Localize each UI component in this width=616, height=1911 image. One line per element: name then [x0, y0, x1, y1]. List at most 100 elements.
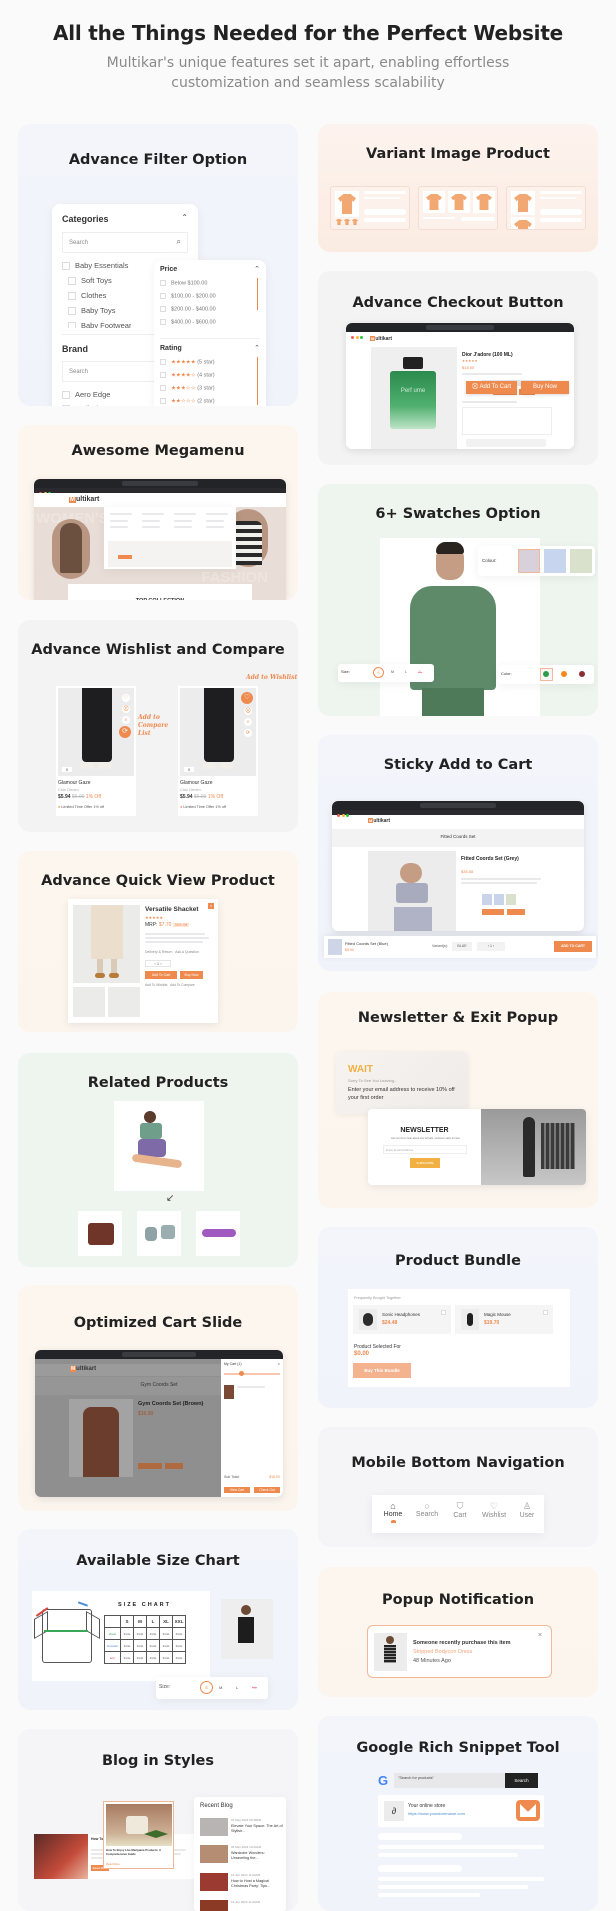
main-product-image[interactable]	[114, 1101, 204, 1191]
feature-title: Advance Checkout Button	[352, 295, 564, 311]
feature-title: Sticky Add to Cart	[383, 757, 533, 773]
feature-card-megamenu: Awesome Megamenu Multikart WOMEN'S FASHI…	[18, 425, 298, 600]
category-item[interactable]: Baby Essentials	[62, 261, 128, 271]
product-name: Gym Coords Set (Brown)	[138, 1401, 204, 1407]
colour-swatch[interactable]	[570, 549, 592, 573]
buy-bundle-button[interactable]: Buy This Bundle	[353, 1363, 411, 1378]
category-item[interactable]: Soft Toys	[68, 276, 112, 286]
nav-search[interactable]: ○ Search	[412, 1501, 442, 1518]
related-item[interactable]	[196, 1211, 240, 1256]
variant-select[interactable]: BLUE	[452, 942, 472, 951]
check-out-button[interactable]: Check Out	[254, 1487, 280, 1493]
size-option[interactable]: L	[405, 670, 407, 674]
email-input[interactable]: Enter Email Address	[383, 1145, 467, 1154]
color-swatch-maroon[interactable]	[579, 671, 585, 677]
chevron-up-icon[interactable]: ⌃	[181, 213, 188, 222]
related-item[interactable]	[137, 1211, 181, 1256]
nav-user[interactable]: ♙ User	[513, 1501, 541, 1519]
rating-item[interactable]: ★★☆☆☆ (2 star)	[160, 398, 215, 404]
variant-layout-1[interactable]	[330, 186, 410, 230]
read-more-link[interactable]: Read More	[106, 1862, 120, 1866]
blog-card[interactable]: How To Enjoy Live Marijuana Products: A …	[103, 1801, 174, 1869]
buy-now-button[interactable]: Buy Now	[521, 381, 569, 394]
compare-icon[interactable]: ⟳	[119, 726, 131, 738]
quantity-stepper[interactable]: ‹ 1 ›	[477, 942, 505, 951]
rating-item[interactable]: ★★★★☆ (4 star)	[160, 372, 215, 378]
store-logo-icon	[516, 1800, 540, 1821]
view-cart-button[interactable]: View Cart	[224, 1487, 250, 1493]
thumbnail[interactable]	[73, 987, 105, 1017]
variant-layout-3[interactable]	[506, 186, 586, 230]
thumbnail[interactable]	[108, 987, 140, 1017]
related-item[interactable]	[78, 1211, 122, 1256]
category-search-input[interactable]: Search ⌕	[62, 232, 188, 253]
google-search-input[interactable]: "Search for products"	[394, 1773, 505, 1788]
rating-item[interactable]: ★★★★★ (5 star)	[160, 359, 215, 365]
bundle-item[interactable]: Magic Mouse $19.70	[455, 1305, 553, 1334]
product-card[interactable]: ♡ ⛒ ⌕ ⟳ 0 Glamour Gaze Chic Denim $5.94 …	[178, 686, 258, 816]
category-item[interactable]: Baby Footwear	[68, 321, 131, 328]
price-item[interactable]: $200.00 - $400.00	[160, 306, 216, 312]
close-icon[interactable]: ×	[208, 903, 214, 909]
price-item[interactable]: $400.00 - $600.00	[160, 319, 216, 325]
product-card[interactable]: ♡ ⛒ ⌕ ⟳ 0 Glamour Gaze Chic Denim $5.94 …	[56, 686, 136, 816]
buy-now-button[interactable]: Buy Now	[180, 971, 203, 979]
scrollbar[interactable]	[256, 357, 258, 405]
heart-icon[interactable]: ♡	[241, 692, 253, 704]
color-swatch-orange[interactable]	[561, 671, 567, 677]
brand-item[interactable]: Trail Blaze	[62, 404, 110, 406]
quantity-stepper[interactable]: ‹ 1 ›	[145, 960, 171, 967]
wishlist-compare-links[interactable]: Add To Wishlist Add To Compare	[145, 983, 195, 987]
colour-swatch[interactable]	[544, 549, 566, 573]
category-item[interactable]: Clothes	[68, 291, 106, 301]
add-to-cart-button[interactable]: ⛒ Add To Cart	[466, 381, 517, 394]
mobile-bottom-nav: ⌂ Home ○ Search ⛉ Cart ♡ Wishlist ♙ User	[372, 1495, 544, 1533]
search-result[interactable]: ∂ Your online store https://www.yourstor…	[378, 1795, 544, 1827]
product-link[interactable]: Stripped Bodycon Dress	[413, 1649, 472, 1655]
variant-layout-2[interactable]	[418, 186, 498, 230]
search-icon[interactable]: ⌕	[244, 718, 252, 726]
add-to-cart-button[interactable]: Add To Cart	[145, 971, 177, 979]
bundle-checkbox[interactable]	[543, 1310, 548, 1315]
subscribe-button[interactable]: SUBSCRIBE	[410, 1158, 440, 1168]
size-selector: Size: S M L XL	[156, 1677, 268, 1699]
heart-icon[interactable]: ♡	[122, 694, 130, 702]
scrollbar[interactable]	[256, 278, 258, 310]
recent-blog-link[interactable]: Wardrobe Wonders: Unraveling the...	[231, 1851, 283, 1861]
size-option[interactable]: S	[373, 667, 384, 678]
chevron-up-icon[interactable]: ⌃	[254, 265, 260, 273]
compare-icon[interactable]: ⟳	[244, 729, 252, 737]
size-option[interactable]: XL	[418, 670, 422, 674]
google-search-button[interactable]: Search	[505, 1773, 538, 1788]
brand-item[interactable]: Aero Edge	[62, 390, 110, 400]
rating-item[interactable]: ★★★☆☆ (3 star)	[160, 385, 215, 391]
bundle-checkbox[interactable]	[441, 1310, 446, 1315]
size-option[interactable]: M	[219, 1685, 222, 1690]
feature-card-mobile-nav: Mobile Bottom Navigation ⌂ Home ○ Search ⛉…	[318, 1427, 598, 1547]
nav-home[interactable]: ⌂ Home	[379, 1501, 407, 1523]
store-url-link[interactable]: https://www.yourstorename.com	[408, 1811, 478, 1816]
add-to-cart-button[interactable]: ADD TO CART	[554, 941, 592, 952]
nav-cart[interactable]: ⛉ Cart	[446, 1501, 474, 1519]
recent-blog-link[interactable]: How to Host a Magical Christmas Party: T…	[231, 1879, 283, 1889]
color-swatch-green[interactable]	[543, 671, 549, 677]
nav-wishlist[interactable]: ♡ Wishlist	[478, 1501, 510, 1519]
chevron-up-icon[interactable]: ⌃	[254, 344, 260, 352]
search-icon[interactable]: ⌕	[122, 716, 130, 724]
size-option[interactable]: L	[236, 1685, 238, 1690]
close-icon[interactable]: ×	[538, 1632, 542, 1639]
price-item[interactable]: Below $100.00	[160, 280, 207, 286]
delivery-link[interactable]: Delivery & Return Ask A Question	[145, 950, 199, 954]
recent-blog-link[interactable]: Elevate Your Space: The Art of Stylish..…	[231, 1824, 283, 1834]
size-option[interactable]: S	[200, 1681, 213, 1694]
cart-icon[interactable]: ⛒	[244, 707, 252, 715]
close-icon[interactable]: ×	[278, 1361, 280, 1366]
colour-swatch[interactable]	[518, 549, 540, 573]
cart-icon[interactable]: ⛒	[122, 705, 130, 713]
size-option[interactable]: M	[391, 670, 394, 674]
product-price: MRP: $7.70 30% Off	[145, 922, 190, 928]
size-option[interactable]: XL	[252, 1685, 257, 1690]
category-item[interactable]: Baby Toys	[68, 306, 115, 316]
bundle-item[interactable]: Sonic Headphones $24.48	[353, 1305, 451, 1334]
price-item[interactable]: $100.00 - $200.00	[160, 293, 216, 299]
